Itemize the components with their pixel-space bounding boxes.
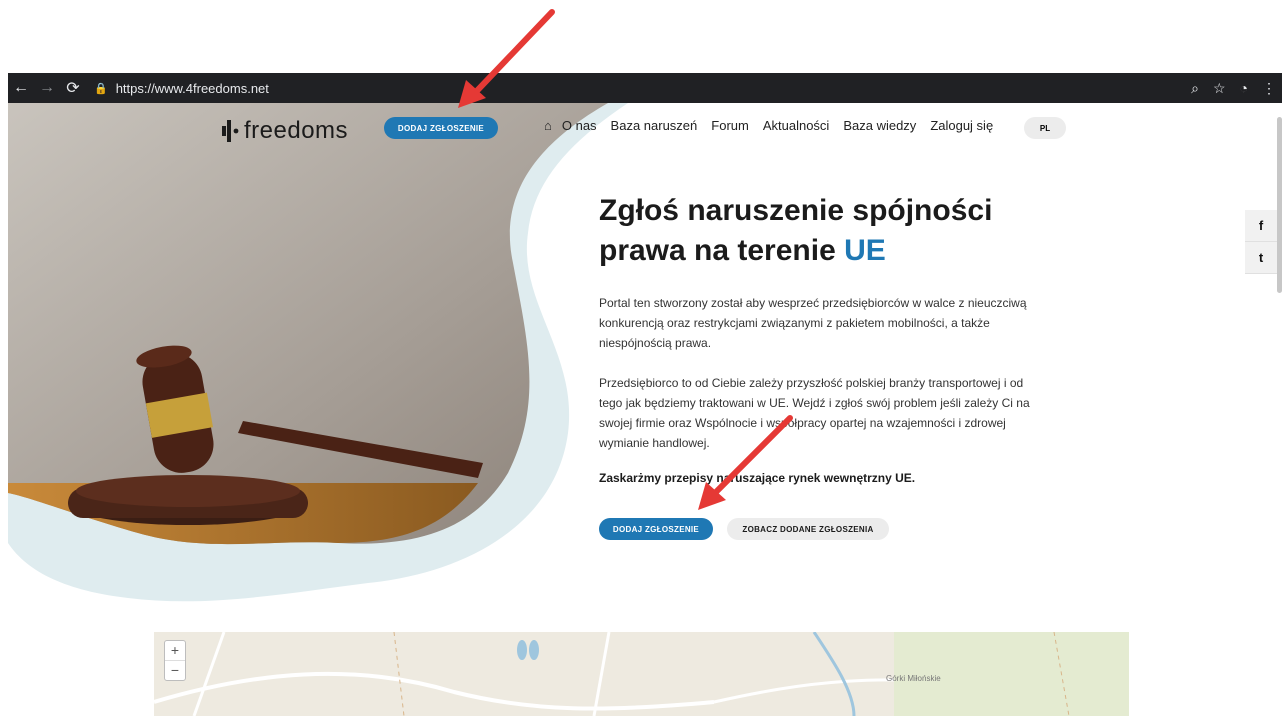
page: freedoms DODAJ ZGŁOSZENIE ⌂ O nas Baza n…	[8, 103, 1282, 716]
twitter-icon[interactable]: t	[1245, 242, 1277, 274]
nav-item-zaloguj[interactable]: Zaloguj się	[930, 118, 993, 133]
language-selector[interactable]: PL	[1024, 117, 1066, 139]
zoom-out-button[interactable]: −	[165, 660, 185, 680]
map-place-label: Górki Miłońskie	[886, 674, 941, 683]
add-report-header-button[interactable]: DODAJ ZGŁOSZENIE	[384, 117, 498, 139]
lock-icon: 🔒	[94, 82, 108, 95]
address-bar[interactable]: 🔒 https://www.4freedoms.net	[94, 81, 269, 96]
incognito-icon[interactable]: ◔	[1240, 80, 1248, 96]
hero-title-main: Zgłoś naruszenie spójności prawa na tere…	[599, 194, 993, 267]
nav-item-o-nas[interactable]: O nas	[562, 118, 597, 133]
reload-icon[interactable]: ⟳	[60, 78, 86, 98]
scrollbar[interactable]	[1277, 117, 1282, 293]
logo-text: freedoms	[244, 117, 349, 144]
logo-mark-icon	[220, 120, 240, 142]
nav-item-baza-naruszen[interactable]: Baza naruszeń	[611, 118, 698, 133]
nav-item-forum[interactable]: Forum	[711, 118, 749, 133]
browser-toolbar: ← → ⟳ 🔒 https://www.4freedoms.net ⌕ ☆ ◔ …	[8, 73, 1282, 103]
hero-paragraph-2: Przedsiębiorco to od Ciebie zależy przys…	[599, 376, 1030, 450]
map[interactable]: + − Górki Miłońskie	[154, 632, 1129, 716]
map-zoom-control: + −	[164, 640, 186, 681]
map-roads	[154, 632, 1129, 716]
hero-title-accent: UE	[844, 234, 886, 267]
hero-title: Zgłoś naruszenie spójności prawa na tere…	[599, 191, 1059, 271]
more-menu-icon[interactable]: ⋮	[1262, 80, 1276, 97]
social-sidebar: f t	[1245, 210, 1277, 274]
main-nav: ⌂ O nas Baza naruszeń Forum Aktualności …	[544, 118, 1007, 133]
home-icon[interactable]: ⌂	[544, 118, 552, 133]
hero-emphasis: Zaskarżmy przepisy naruszające rynek wew…	[599, 471, 916, 485]
star-icon[interactable]: ☆	[1213, 80, 1226, 97]
address-bar-url: https://www.4freedoms.net	[115, 80, 269, 96]
view-reports-button[interactable]: ZOBACZ DODANE ZGŁOSZENIA	[727, 518, 889, 540]
nav-item-baza-wiedzy[interactable]: Baza wiedzy	[843, 118, 916, 133]
arrow-right-icon[interactable]: →	[34, 79, 60, 97]
facebook-icon[interactable]: f	[1245, 210, 1277, 242]
nav-item-aktualnosci[interactable]: Aktualności	[763, 118, 829, 133]
search-icon[interactable]: ⌕	[1191, 80, 1199, 97]
hero-paragraph-1: Portal ten stworzony został aby wesprzeć…	[599, 296, 1027, 350]
site-logo[interactable]: freedoms	[220, 117, 348, 145]
zoom-in-button[interactable]: +	[165, 641, 185, 660]
add-report-button[interactable]: DODAJ ZGŁOSZENIE	[599, 518, 713, 540]
arrow-left-icon[interactable]: ←	[8, 79, 34, 97]
